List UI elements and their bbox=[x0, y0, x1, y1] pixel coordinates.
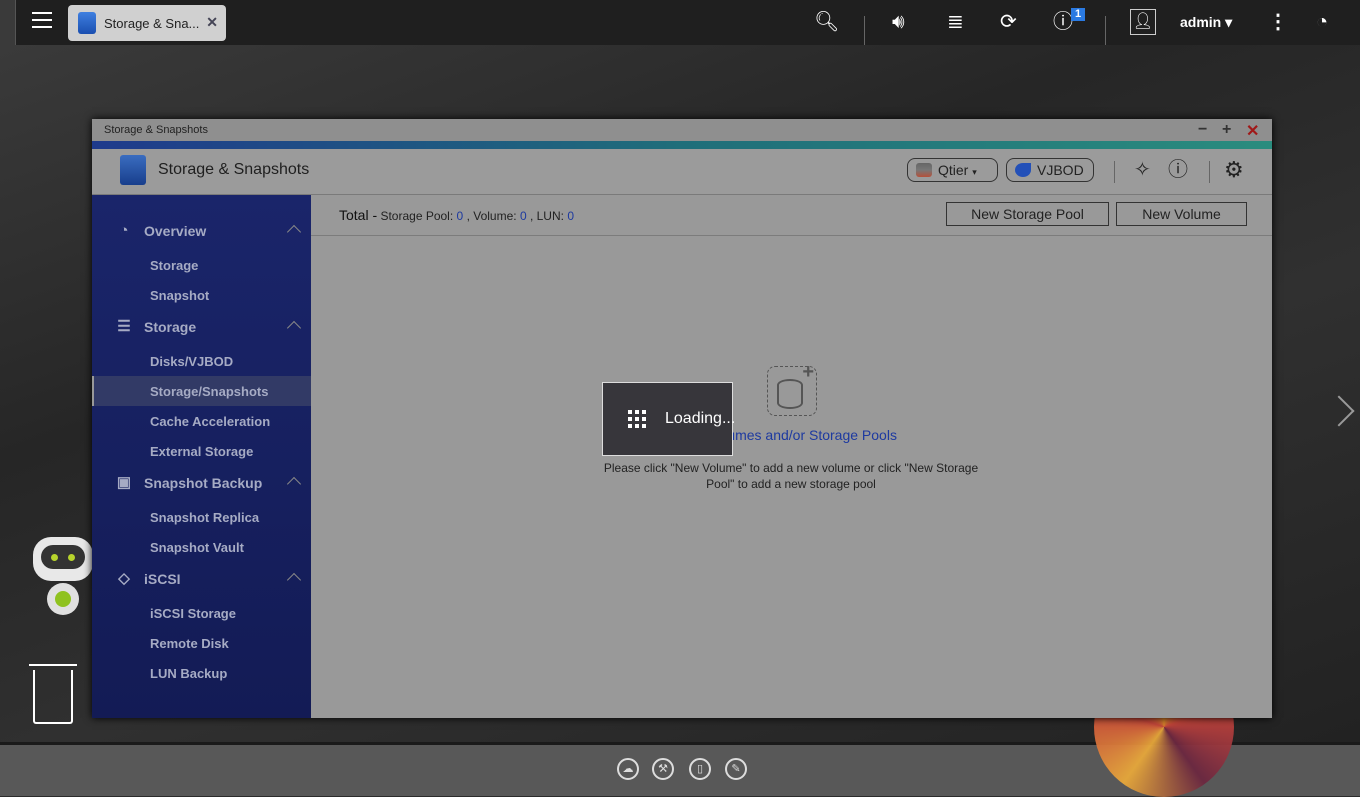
divider bbox=[864, 16, 865, 46]
sidebar-item-cache-acceleration[interactable]: Cache Acceleration bbox=[92, 406, 311, 436]
database-icon: ☰ bbox=[117, 318, 131, 335]
window-title: Storage & Snapshots bbox=[92, 119, 1272, 141]
sidebar-item-snapshot[interactable]: Snapshot bbox=[92, 280, 311, 310]
vjbod-label: VJBOD bbox=[1037, 162, 1084, 178]
group-label: Storage bbox=[144, 319, 197, 335]
snapshot-backup-icon: ▣ bbox=[116, 474, 132, 491]
book-icon[interactable]: ▯ bbox=[689, 758, 711, 780]
sidebar-item-storage-overview[interactable]: Storage bbox=[92, 250, 311, 280]
chevron-up-icon[interactable] bbox=[286, 572, 302, 588]
user-menu[interactable]: admin ▾ bbox=[1180, 14, 1232, 31]
total-label: Total - bbox=[339, 207, 378, 223]
sidebar-group-overview[interactable]: ◔ Overview bbox=[92, 217, 311, 247]
minimize-icon[interactable]: − bbox=[1198, 121, 1207, 139]
vjbod-button[interactable]: VJBOD bbox=[1006, 158, 1094, 182]
sidebar-group-storage[interactable]: ☰ Storage bbox=[92, 313, 311, 343]
search-icon[interactable]: 🔍︎ bbox=[814, 10, 839, 34]
left-edge bbox=[0, 0, 16, 45]
lun-label: , LUN: bbox=[529, 209, 564, 223]
background-tasks-icon[interactable]: ≣ bbox=[947, 10, 964, 34]
gauge-icon: ◔ bbox=[119, 222, 129, 239]
sidebar-item-snapshot-replica[interactable]: Snapshot Replica bbox=[92, 502, 311, 532]
divider bbox=[1209, 161, 1210, 183]
sidebar-item-storage-snapshots[interactable]: Storage/Snapshots bbox=[92, 376, 311, 406]
more-options-icon[interactable]: ⋮ bbox=[1268, 10, 1288, 34]
group-label: iSCSI bbox=[144, 571, 181, 587]
vjbod-icon bbox=[1015, 163, 1031, 177]
app-title: Storage & Snapshots bbox=[158, 161, 310, 178]
main-menu-icon[interactable] bbox=[32, 12, 52, 28]
totals-summary: Total - Storage Pool: 0 , Volume: 0 , LU… bbox=[339, 207, 574, 223]
storage-app-icon bbox=[78, 12, 96, 34]
help-icon[interactable]: ⓘ bbox=[1168, 160, 1188, 180]
trash-icon[interactable] bbox=[29, 664, 77, 724]
cloud-icon[interactable]: ☁ bbox=[617, 758, 639, 780]
pool-count: 0 bbox=[456, 209, 464, 223]
empty-state-title: No Volumes and/or Storage Pools bbox=[686, 427, 897, 443]
magic-wand-icon[interactable]: ✧ bbox=[1134, 160, 1151, 180]
qtier-button[interactable]: Qtier ▾ bbox=[907, 158, 998, 182]
sidebar-group-snapshot-backup[interactable]: ▣ Snapshot Backup bbox=[92, 469, 311, 499]
main-content: Total - Storage Pool: 0 , Volume: 0 , LU… bbox=[311, 195, 1272, 718]
sidebar-group-iscsi[interactable]: ◇ iSCSI bbox=[92, 565, 311, 595]
app-tab-storage[interactable]: Storage & Sna... ✕ bbox=[68, 5, 226, 41]
group-label: Snapshot Backup bbox=[144, 475, 263, 491]
sidebar-item-lun-backup[interactable]: LUN Backup bbox=[92, 658, 311, 688]
settings-gear-icon[interactable]: ⚙ bbox=[1224, 159, 1244, 181]
volume-icon[interactable]: 🔊︎ bbox=[892, 10, 905, 34]
username: admin bbox=[1180, 14, 1222, 30]
accent-stripe bbox=[92, 141, 1272, 149]
sidebar: ◔ Overview Storage Snapshot ☰ Storage Disk… bbox=[92, 195, 311, 718]
qtier-icon bbox=[916, 163, 932, 177]
dashboard-gauge-icon[interactable]: ◔ bbox=[1316, 10, 1328, 34]
info-icon[interactable]: ⓘ bbox=[1053, 10, 1073, 34]
top-bar: Storage & Sna... ✕ 🔍︎ 🔊︎ ≣ ⟳ ⓘ 1 👤︎ admi… bbox=[0, 0, 1360, 46]
volume-label: , Volume: bbox=[466, 209, 517, 223]
loading-spinner-icon bbox=[628, 410, 646, 428]
chevron-up-icon[interactable] bbox=[286, 320, 302, 336]
sidebar-item-remote-disk[interactable]: Remote Disk bbox=[92, 628, 311, 658]
add-storage-icon: + bbox=[767, 361, 817, 416]
user-avatar-icon[interactable]: 👤︎ bbox=[1130, 9, 1156, 35]
loading-label: Loading... bbox=[665, 410, 736, 427]
iscsi-icon: ◇ bbox=[118, 570, 130, 587]
divider bbox=[1114, 161, 1115, 183]
storage-app-icon bbox=[120, 155, 146, 185]
app-header: Storage & Snapshots Qtier ▾ VJBOD ✧ ⓘ ⚙ bbox=[92, 149, 1272, 195]
app-tab-label: Storage & Sna... bbox=[104, 15, 200, 31]
helpdesk-robot-icon[interactable] bbox=[33, 537, 93, 633]
empty-state-description: Please click "New Volume" to add a new v… bbox=[603, 461, 979, 491]
sync-icon[interactable]: ⟳ bbox=[1000, 10, 1017, 34]
qtier-label: Qtier bbox=[938, 162, 969, 178]
group-label: Overview bbox=[144, 223, 207, 239]
sidebar-item-disks-vjbod[interactable]: Disks/VJBOD bbox=[92, 346, 311, 376]
chevron-up-icon[interactable] bbox=[286, 224, 302, 240]
notification-badge: 1 bbox=[1071, 8, 1086, 21]
volume-count: 0 bbox=[519, 209, 527, 223]
loading-dialog: Loading... bbox=[602, 382, 736, 456]
pool-label: Storage Pool: bbox=[380, 209, 454, 223]
close-window-icon[interactable]: ✕ bbox=[1246, 121, 1259, 141]
sidebar-item-external-storage[interactable]: External Storage bbox=[92, 436, 311, 466]
chevron-up-icon[interactable] bbox=[286, 476, 302, 492]
new-storage-pool-button[interactable]: New Storage Pool bbox=[946, 202, 1109, 226]
tools-icon[interactable]: ⚒ bbox=[652, 758, 674, 780]
divider bbox=[1105, 16, 1106, 46]
maximize-icon[interactable]: + bbox=[1222, 121, 1231, 139]
lun-count: 0 bbox=[567, 209, 575, 223]
notes-icon[interactable]: ✎ bbox=[725, 758, 747, 780]
content-header: Total - Storage Pool: 0 , Volume: 0 , LU… bbox=[311, 195, 1272, 236]
close-tab-icon[interactable]: ✕ bbox=[206, 14, 218, 31]
sidebar-item-iscsi-storage[interactable]: iSCSI Storage bbox=[92, 598, 311, 628]
new-volume-button[interactable]: New Volume bbox=[1116, 202, 1247, 226]
sidebar-item-snapshot-vault[interactable]: Snapshot Vault bbox=[92, 532, 311, 562]
